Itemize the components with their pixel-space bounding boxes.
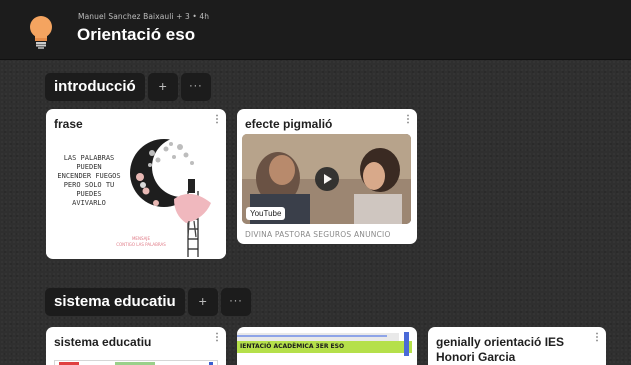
card-title: genially orientació IES Honori Garcia <box>436 335 565 364</box>
card-menu-icon[interactable]: ⋮ <box>212 115 222 125</box>
banner-title: IENTACIÓ ACADÈMICA 3ER ESO <box>237 341 412 353</box>
play-button-icon[interactable] <box>315 167 339 191</box>
video-thumbnail[interactable]: YouTube <box>242 134 411 224</box>
frase-line: AVIVARLO <box>72 199 106 207</box>
post-card-efecte-pigmalio[interactable]: efecte pigmalió ⋮ YouTube DIVINA PASTORA… <box>237 109 417 244</box>
card-menu-icon[interactable]: ⋮ <box>403 115 413 125</box>
board-title: Orientació eso <box>77 25 196 44</box>
post-card-genially[interactable]: genially orientació IES Honori Garcia ⋮ <box>428 327 606 365</box>
top-header: Manuel Sanchez Baixauli + 3 • 4h Orienta… <box>0 0 631 60</box>
video-caption: DIVINA PASTORA SEGUROS ANUNCIO <box>245 230 391 239</box>
lightbulb-icon[interactable] <box>29 15 53 49</box>
card-title: sistema educatiu <box>54 335 152 349</box>
card-title: frase <box>54 117 83 131</box>
card-menu-icon[interactable]: ⋮ <box>212 333 222 343</box>
post-card-frase[interactable]: frase ⋮ LAS PALABRAS PUEDEN ENCENDER FUE… <box>46 109 226 259</box>
section-more-button[interactable]: ··· <box>220 288 251 316</box>
frase-line: LAS PALABRAS <box>64 154 115 162</box>
add-post-button[interactable]: + <box>187 288 218 316</box>
add-post-button[interactable]: + <box>147 73 178 101</box>
youtube-badge: YouTube <box>246 207 286 220</box>
frase-footer: MENSAJE <box>132 236 151 241</box>
frase-image: LAS PALABRAS PUEDEN ENCENDER FUEGOS PERO… <box>46 133 226 257</box>
section-more-button[interactable]: ··· <box>180 73 211 101</box>
section-header-introduccio: introducció + ··· <box>45 73 211 101</box>
card-menu-icon[interactable]: ⋮ <box>592 333 602 343</box>
banner-side-bar <box>404 332 409 356</box>
post-card-sistema-educatiu[interactable]: sistema educatiu ⋮ <box>46 327 226 365</box>
attachment-preview <box>54 360 218 365</box>
post-card-orientacio-academica[interactable]: ⋮ IENTACIÓ ACADÈMICA 3ER ESO <box>237 327 417 365</box>
frase-line: PERO SOLO TU <box>64 181 115 189</box>
frase-footer: CONTIGO LAS PALABRAS <box>116 242 166 247</box>
board-owner-info[interactable]: Manuel Sanchez Baixauli + 3 • 4h <box>78 12 209 21</box>
frase-line: PUEDES <box>76 190 101 198</box>
card-title: efecte pigmalió <box>245 117 333 131</box>
section-title[interactable]: sistema educatiu <box>45 288 185 316</box>
section-header-sistema-educatiu: sistema educatiu + ··· <box>45 288 251 316</box>
frase-line: PUEDEN <box>76 163 101 171</box>
frase-line: ENCENDER FUEGOS <box>57 172 120 180</box>
section-title[interactable]: introducció <box>45 73 145 101</box>
banner-stripe <box>237 335 387 337</box>
